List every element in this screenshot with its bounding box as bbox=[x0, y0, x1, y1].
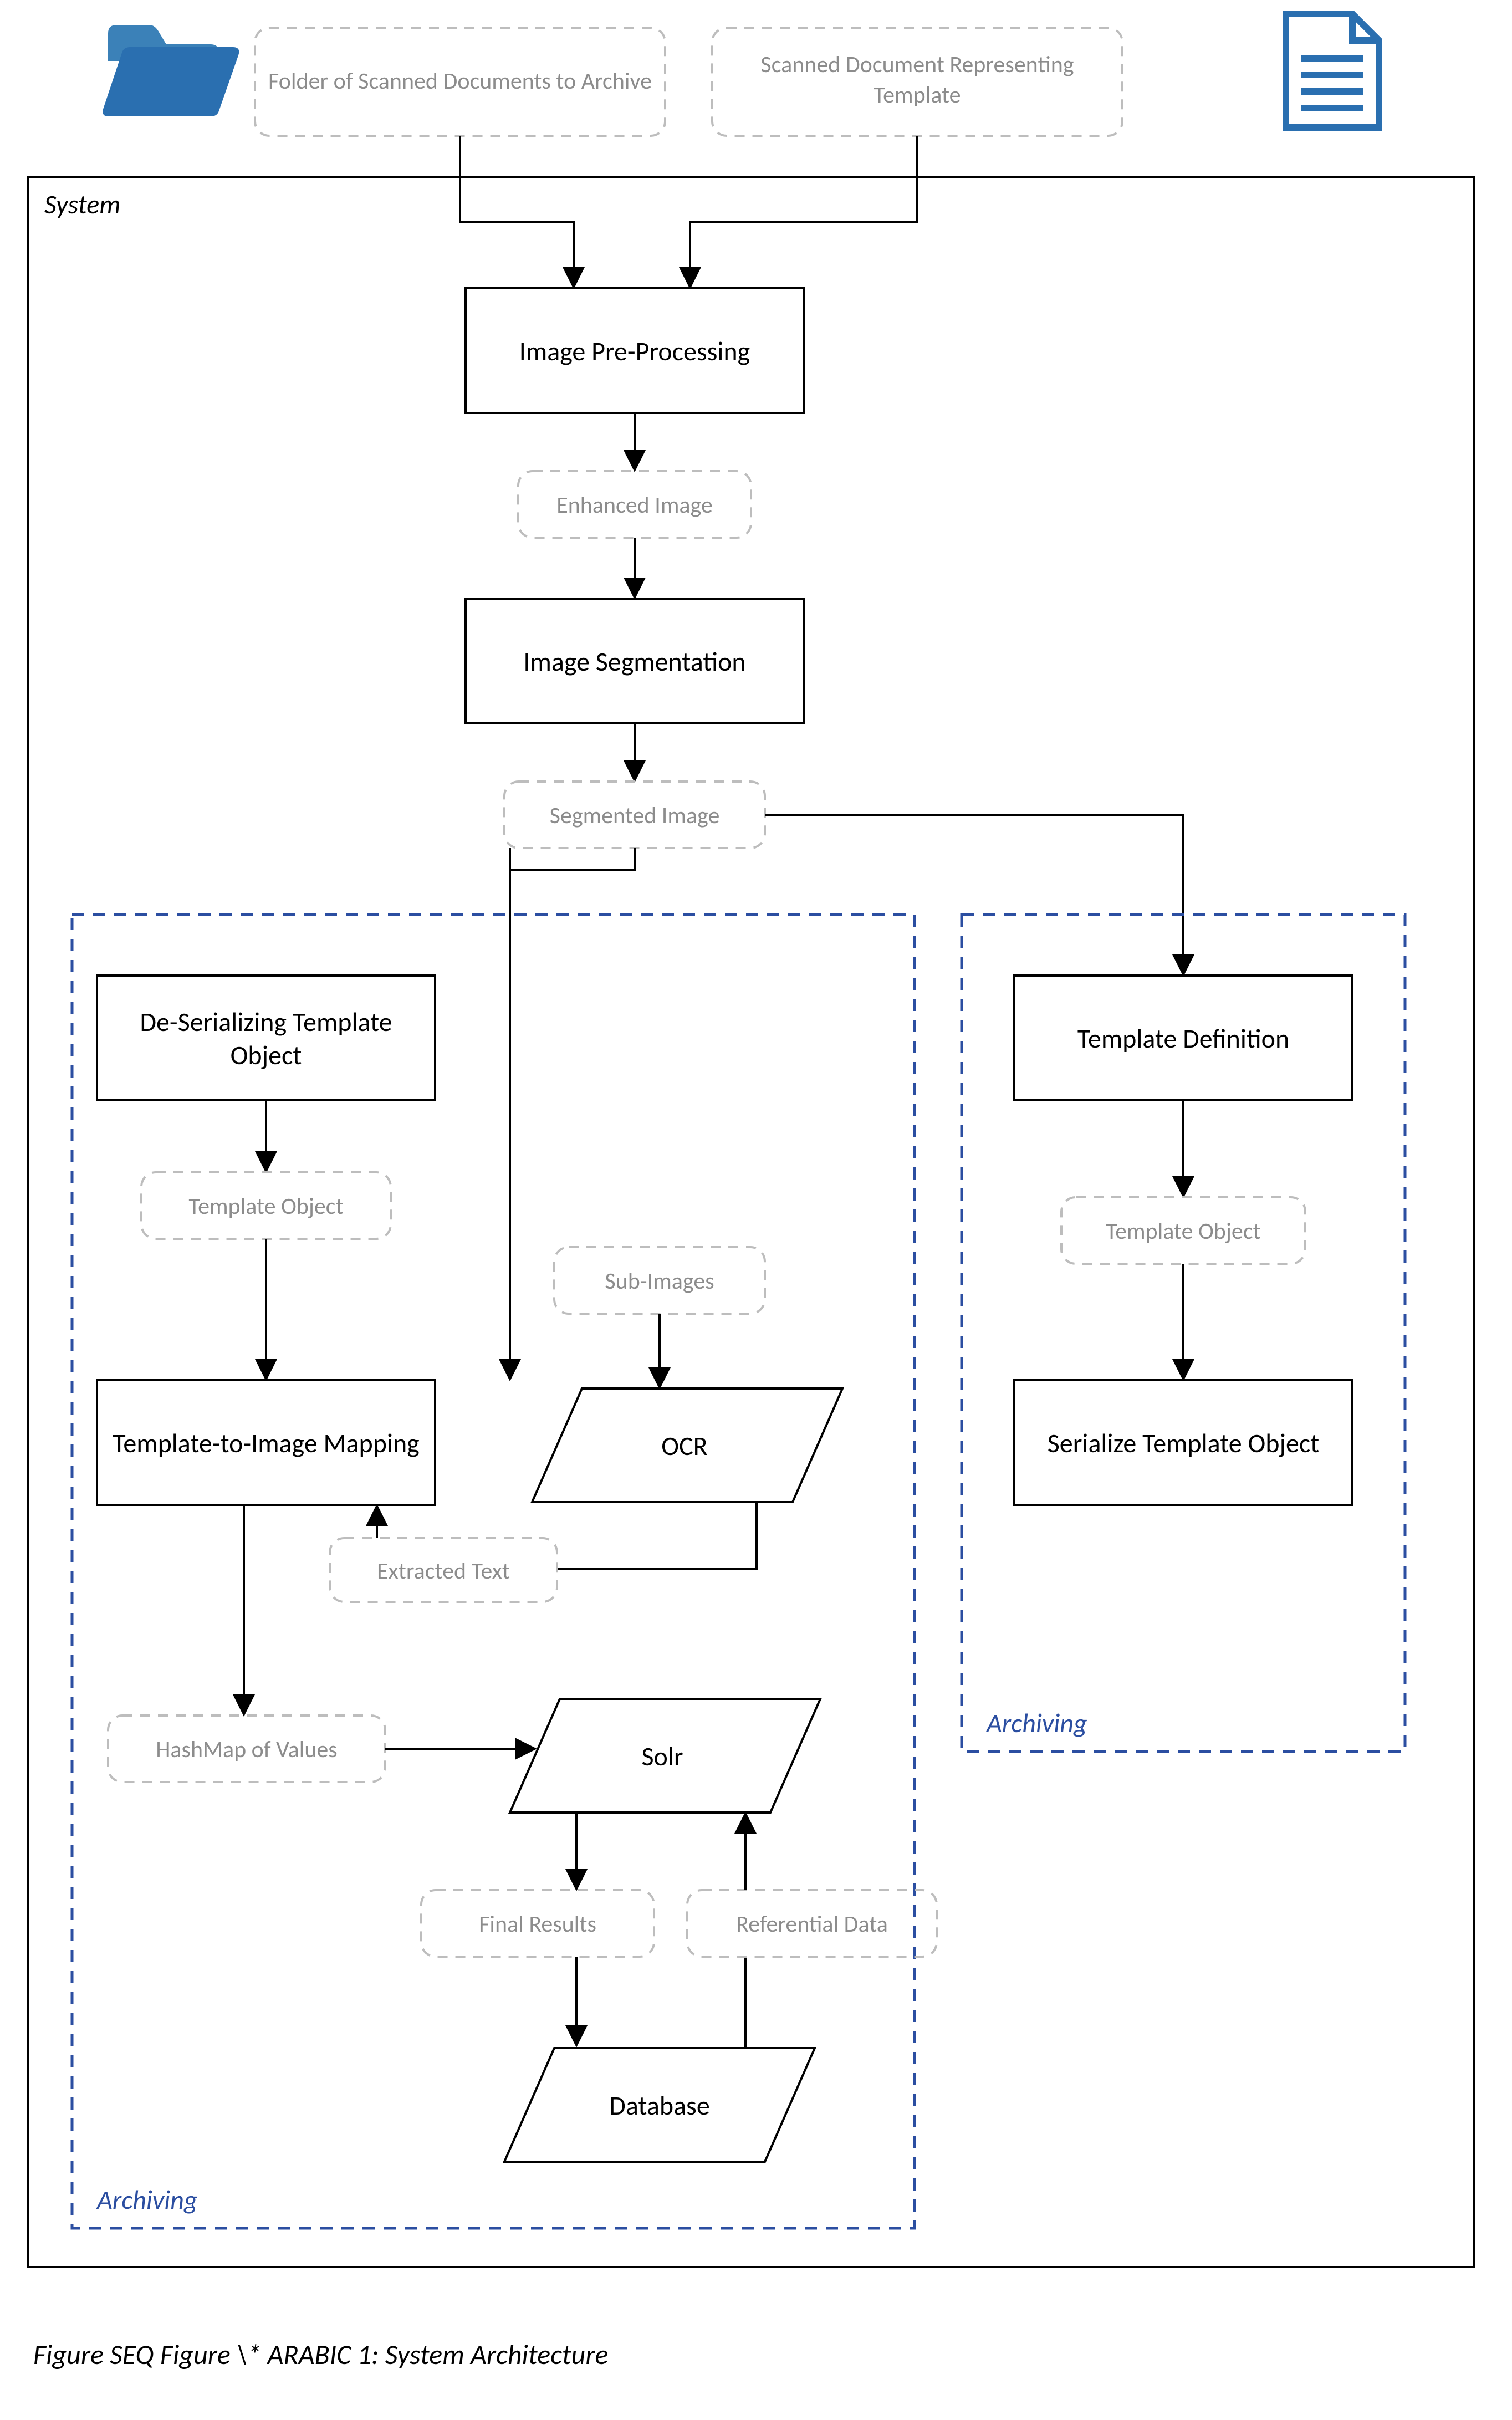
edge-segimg-to-trunk bbox=[510, 848, 635, 870]
proc-image-segmentation: Image Segmentation bbox=[466, 599, 804, 723]
svg-text:HashMap of Values: HashMap of Values bbox=[156, 1735, 337, 1764]
svg-text:De-Serializing Template: De-Serializing Template bbox=[140, 1005, 392, 1038]
data-segmented-image: Segmented Image bbox=[504, 782, 765, 848]
edge-folder-to-preproc bbox=[460, 136, 574, 287]
input-folder-box: Folder of Scanned Documents to Archive bbox=[255, 28, 665, 136]
svg-text:Image Segmentation: Image Segmentation bbox=[523, 645, 745, 678]
input-folder-label: Folder of Scanned Documents to Archive bbox=[268, 67, 652, 95]
archiving-right-label: Archiving bbox=[985, 1707, 1087, 1739]
folder-icon bbox=[103, 25, 239, 116]
svg-text:Extracted Text: Extracted Text bbox=[377, 1557, 510, 1585]
data-referential-data: Referential Data bbox=[687, 1890, 937, 1957]
svg-text:Template Definition: Template Definition bbox=[1077, 1022, 1289, 1055]
data-hashmap-values: HashMap of Values bbox=[108, 1716, 385, 1782]
proc-database: Database bbox=[504, 2048, 815, 2162]
svg-text:Solr: Solr bbox=[641, 1740, 683, 1773]
edge-ocr-down bbox=[557, 1502, 757, 1569]
svg-text:Enhanced Image: Enhanced Image bbox=[556, 491, 713, 519]
proc-deserialize-template: De-Serializing Template Object De-Serial… bbox=[0, 0, 435, 1100]
data-extracted-text: Extracted Text bbox=[330, 1538, 557, 1602]
archiving-left-label: Archiving bbox=[96, 2183, 198, 2216]
data-final-results: Final Results bbox=[421, 1890, 654, 1957]
data-sub-images: Sub-Images bbox=[554, 1247, 765, 1314]
svg-text:Serialize Template Object: Serialize Template Object bbox=[1048, 1427, 1320, 1459]
svg-text:Sub-Images: Sub-Images bbox=[605, 1267, 714, 1295]
document-icon bbox=[1286, 14, 1379, 127]
svg-text:OCR: OCR bbox=[661, 1429, 707, 1462]
data-template-object-right: Template Object bbox=[1061, 1197, 1305, 1264]
edge-doc-to-preproc bbox=[690, 136, 917, 287]
proc-image-preprocessing: Image Pre-Processing bbox=[466, 288, 804, 413]
svg-text:Template Object: Template Object bbox=[188, 1192, 343, 1221]
proc-serialize-template: Serialize Template Object bbox=[1014, 1380, 1352, 1505]
system-label: System bbox=[44, 188, 120, 221]
data-enhanced-image: Enhanced Image bbox=[518, 471, 751, 538]
proc-template-definition: Template Definition bbox=[1014, 976, 1352, 1100]
svg-text:Template Object: Template Object bbox=[1106, 1217, 1260, 1245]
input-doc-label-line1: Scanned Document Representing bbox=[760, 50, 1074, 79]
edge-trunk-into-mapping bbox=[435, 1380, 510, 1441]
svg-text:Referential Data: Referential Data bbox=[736, 1910, 888, 1938]
svg-text:Template-to-Image Mapping: Template-to-Image Mapping bbox=[113, 1427, 420, 1459]
diagram-svg: Folder of Scanned Documents to Archive S… bbox=[0, 0, 1512, 2420]
proc-solr: Solr bbox=[510, 1699, 820, 1813]
data-template-object-left: Template Object bbox=[141, 1172, 391, 1239]
svg-text:Object: Object bbox=[231, 1039, 302, 1071]
edge-segimg-right bbox=[765, 815, 1183, 974]
diagram-page: Folder of Scanned Documents to Archive S… bbox=[0, 0, 1512, 2420]
svg-text:Final Results: Final Results bbox=[479, 1910, 596, 1938]
figure-caption: Figure SEQ Figure \* ARABIC 1: System Ar… bbox=[33, 2338, 608, 2372]
input-doc-label-line2: Template bbox=[874, 81, 961, 109]
svg-text:Image Pre-Processing: Image Pre-Processing bbox=[519, 335, 750, 367]
proc-template-to-image-mapping: Template-to-Image Mapping bbox=[97, 1380, 435, 1505]
proc-ocr: OCR bbox=[532, 1388, 842, 1502]
svg-text:Database: Database bbox=[609, 2089, 709, 2122]
svg-text:Segmented Image: Segmented Image bbox=[550, 801, 720, 830]
